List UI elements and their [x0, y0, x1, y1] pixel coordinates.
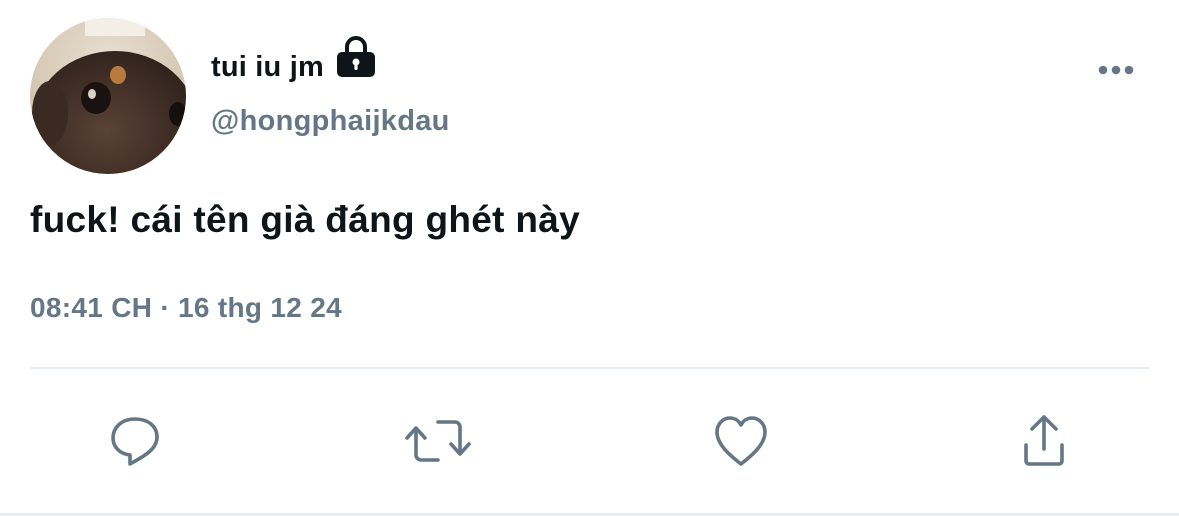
like-button[interactable] — [705, 405, 777, 477]
avatar[interactable] — [30, 18, 186, 174]
heart-icon — [715, 416, 767, 466]
user-handle[interactable]: @hongphaijkdau — [211, 104, 450, 138]
share-icon — [1024, 415, 1064, 466]
display-name[interactable]: tui iu jm — [211, 50, 324, 84]
tweet-text: fuck! cái tên già đáng ghét này — [30, 199, 581, 240]
more-options-button[interactable] — [1094, 58, 1138, 82]
divider — [30, 367, 1149, 369]
avatar-image — [30, 18, 186, 174]
meta-separator: · — [160, 292, 170, 323]
reply-icon — [111, 417, 159, 466]
more-horizontal-icon — [1098, 65, 1134, 75]
lock-icon — [337, 36, 375, 77]
share-button[interactable] — [1008, 405, 1080, 477]
retweet-icon — [405, 420, 471, 462]
reply-button[interactable] — [99, 405, 171, 477]
tweet-timestamp[interactable]: 08:41 CH · 16 thg 12 24 — [30, 291, 342, 325]
retweet-button[interactable] — [402, 405, 474, 477]
tweet-time: 08:41 CH — [30, 292, 153, 323]
tweet-date: 16 thg 12 24 — [178, 292, 342, 323]
